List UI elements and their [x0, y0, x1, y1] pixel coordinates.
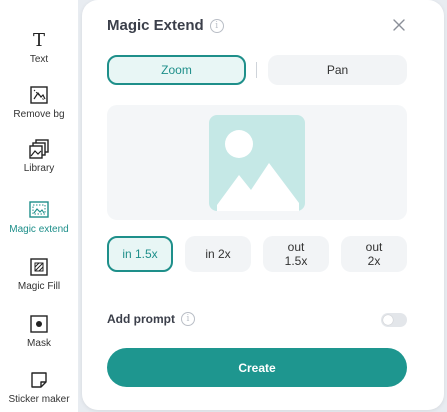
- tab-zoom[interactable]: Zoom: [107, 55, 246, 85]
- tool-library[interactable]: Library: [0, 136, 78, 174]
- tool-label: Magic Fill: [17, 281, 61, 292]
- image-placeholder-icon: [209, 114, 305, 211]
- panel-header: Magic Extend i: [107, 17, 224, 34]
- svg-text:T: T: [33, 30, 45, 50]
- tool-label: Mask: [27, 338, 51, 349]
- tool-label: Library: [23, 163, 55, 174]
- tab-pan[interactable]: Pan: [268, 55, 407, 85]
- add-prompt-label: Add prompt: [107, 312, 175, 326]
- panel-title: Magic Extend: [107, 17, 204, 34]
- zoom-option-line1: out: [287, 240, 305, 254]
- tab-divider: [256, 62, 257, 78]
- zoom-option-line2: 1.5x: [284, 254, 308, 268]
- tool-label: Remove bg: [13, 109, 65, 120]
- tool-label: Sticker maker: [8, 394, 70, 405]
- tool-remove-bg[interactable]: Remove bg: [0, 82, 78, 120]
- tool-label: Text: [29, 54, 49, 65]
- info-icon[interactable]: i: [209, 18, 224, 33]
- zoom-option-in-1-5x[interactable]: in 1.5x: [107, 236, 173, 272]
- zoom-option-out-2x[interactable]: out 2x: [341, 236, 407, 272]
- info-icon[interactable]: i: [181, 312, 195, 326]
- tool-sticker-maker[interactable]: Sticker maker: [0, 367, 78, 405]
- zoom-option-line1: in 1.5x: [122, 247, 158, 261]
- add-prompt-row: Add prompt i: [107, 312, 195, 326]
- tool-magic-fill[interactable]: Magic Fill: [0, 254, 78, 292]
- zoom-option-line1: out: [365, 240, 383, 254]
- zoom-option-line2: 2x: [367, 254, 381, 268]
- library-icon: [26, 136, 52, 162]
- tool-mask[interactable]: Mask: [0, 311, 78, 349]
- create-button[interactable]: Create: [107, 348, 407, 387]
- tool-label: Magic extend: [9, 224, 69, 235]
- magic-extend-panel: Magic Extend i Zoom Pan in 1.5x in 2x ou…: [82, 0, 444, 410]
- zoom-option-in-2x[interactable]: in 2x: [185, 236, 251, 272]
- zoom-option-line1: in 2x: [205, 247, 231, 261]
- toggle-knob: [383, 315, 393, 325]
- mask-icon: [26, 311, 52, 337]
- zoom-option-out-1-5x[interactable]: out 1.5x: [263, 236, 329, 272]
- tool-rail: T Text Remove bg Library Magic extend Ma…: [0, 0, 78, 412]
- image-preview: [107, 105, 407, 220]
- magic-fill-icon: [26, 254, 52, 280]
- close-icon[interactable]: [391, 17, 407, 33]
- sticker-maker-icon: [26, 367, 52, 393]
- tool-magic-extend[interactable]: Magic extend: [0, 197, 78, 235]
- add-prompt-toggle[interactable]: [381, 313, 407, 327]
- text-icon: T: [26, 27, 52, 53]
- tool-text[interactable]: T Text: [0, 27, 78, 65]
- remove-bg-icon: [26, 82, 52, 108]
- magic-extend-icon: [26, 197, 52, 223]
